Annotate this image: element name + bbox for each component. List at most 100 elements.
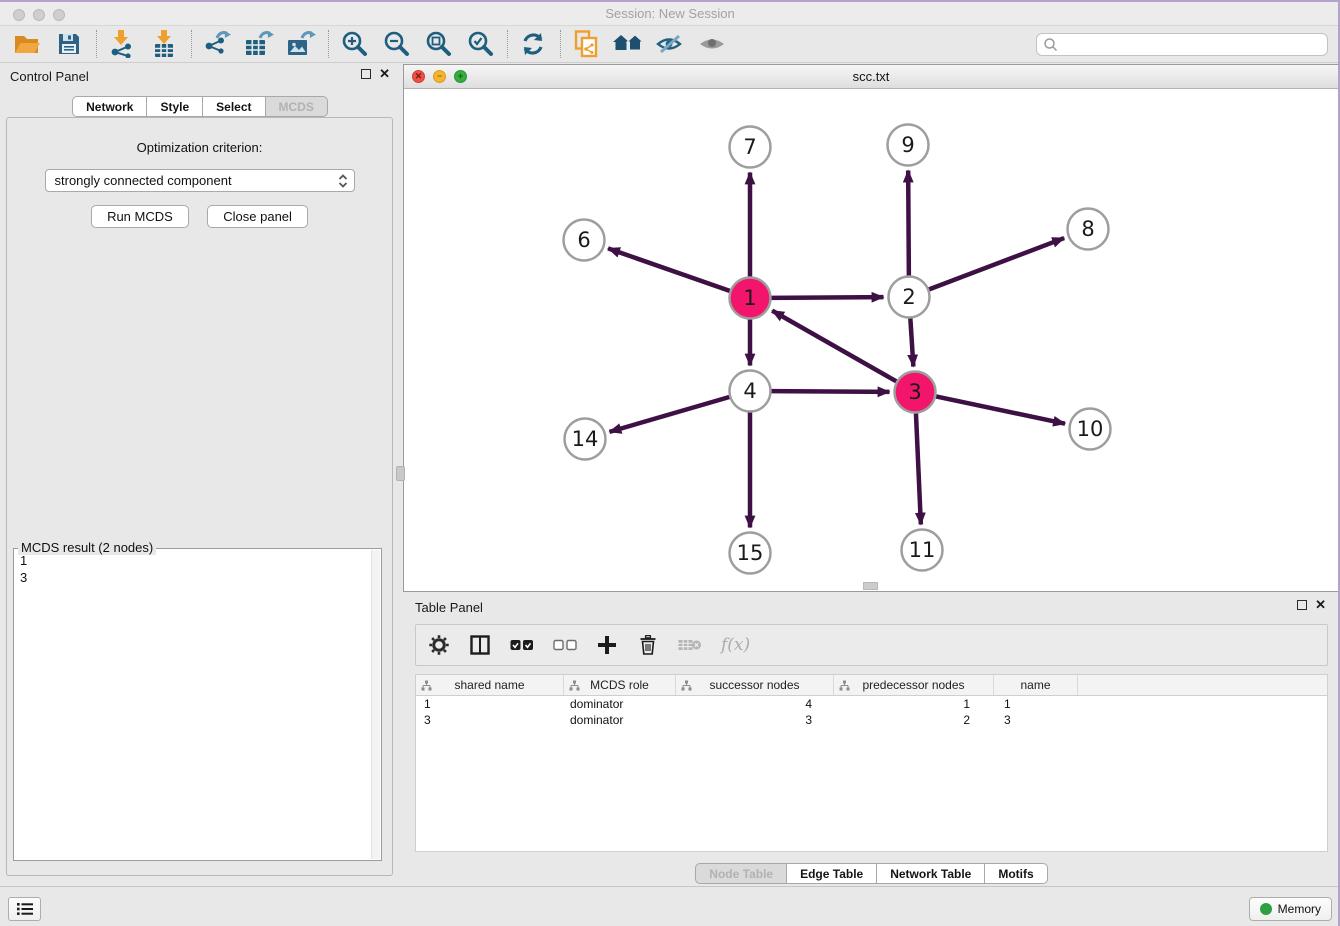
refresh-view-icon[interactable] xyxy=(516,29,550,59)
graph-edge-1-6[interactable] xyxy=(608,248,730,290)
mcds-result-text[interactable]: 1 3 xyxy=(20,552,369,858)
graph-node-9[interactable]: 9 xyxy=(888,125,929,166)
toolbar-separator xyxy=(560,30,561,58)
graph-node-4[interactable]: 4 xyxy=(730,371,771,412)
network-overview-icon[interactable] xyxy=(569,29,603,59)
cell[interactable]: 1 xyxy=(416,697,564,711)
cell[interactable]: dominator xyxy=(564,697,676,711)
deselect-all-icon[interactable] xyxy=(553,632,577,658)
cell[interactable]: 4 xyxy=(676,697,834,711)
import-network-icon[interactable] xyxy=(105,29,139,59)
cell[interactable]: 1 xyxy=(834,697,994,711)
cell[interactable]: 3 xyxy=(994,713,1078,727)
graph-node-14[interactable]: 14 xyxy=(565,419,606,460)
column-header-MCDS-role[interactable]: MCDS role xyxy=(564,675,676,695)
float-panel-icon[interactable] xyxy=(361,69,371,79)
table-tab-network-table[interactable]: Network Table xyxy=(877,863,985,884)
cell[interactable]: 2 xyxy=(834,713,994,727)
zoom-selected-icon[interactable] xyxy=(463,29,497,59)
cell[interactable]: 3 xyxy=(676,713,834,727)
graph-edge-2-8[interactable] xyxy=(929,238,1064,289)
cell[interactable]: 1 xyxy=(994,697,1078,711)
table-tab-node-table[interactable]: Node Table xyxy=(695,863,787,884)
panel-splitter-grip[interactable] xyxy=(396,466,405,481)
network-view-window: ✕ − + scc.txt 7 9 6 8 1 2 4 3 14 10 15 11 xyxy=(403,64,1339,592)
graph-node-6[interactable]: 6 xyxy=(564,220,605,261)
save-session-icon[interactable] xyxy=(52,29,86,59)
cell[interactable]: 3 xyxy=(416,713,564,727)
column-header-successor-nodes[interactable]: successor nodes xyxy=(676,675,834,695)
network-graph[interactable]: 7 9 6 8 1 2 4 3 14 10 15 11 xyxy=(404,89,1338,591)
tab-mcds[interactable]: MCDS xyxy=(266,96,328,117)
table-panel-title: Table Panel xyxy=(415,600,483,615)
main-toolbar xyxy=(0,26,1340,63)
control-panel-title: Control Panel xyxy=(10,69,89,84)
control-panel: Control Panel ✕ NetworkStyleSelectMCDS O… xyxy=(0,63,400,886)
memory-button[interactable]: Memory xyxy=(1249,897,1332,921)
svg-text:9: 9 xyxy=(901,133,914,157)
select-all-icon[interactable] xyxy=(510,632,534,658)
task-history-button[interactable] xyxy=(8,897,41,921)
tab-select[interactable]: Select xyxy=(203,96,265,117)
graph-node-8[interactable]: 8 xyxy=(1068,209,1109,250)
zoom-out-icon[interactable] xyxy=(379,29,413,59)
graph-edge-4-3[interactable] xyxy=(771,391,889,392)
search-input[interactable] xyxy=(1059,38,1327,52)
graph-node-3[interactable]: 3 xyxy=(895,372,936,413)
open-session-icon[interactable] xyxy=(10,29,44,59)
graph-edge-3-10[interactable] xyxy=(936,396,1065,423)
column-settings-icon[interactable] xyxy=(428,632,450,658)
graph-node-15[interactable]: 15 xyxy=(730,533,771,574)
float-table-panel-icon[interactable] xyxy=(1297,600,1307,610)
network-canvas[interactable]: 7 9 6 8 1 2 4 3 14 10 15 11 xyxy=(404,89,1338,591)
graph-node-1[interactable]: 1 xyxy=(730,278,771,319)
graph-edge-3-1[interactable] xyxy=(772,311,896,382)
column-header-shared-name[interactable]: shared name xyxy=(416,675,564,695)
table-row-2[interactable]: 3dominator323 xyxy=(416,712,1327,728)
table-row-1[interactable]: 1dominator411 xyxy=(416,696,1327,712)
criterion-select[interactable]: strongly connected component xyxy=(45,169,355,192)
graph-node-7[interactable]: 7 xyxy=(730,127,771,168)
graph-node-10[interactable]: 10 xyxy=(1070,409,1111,450)
graph-edge-4-14[interactable] xyxy=(609,397,729,432)
first-neighbors-icon[interactable] xyxy=(611,29,645,59)
add-row-icon[interactable] xyxy=(596,632,618,658)
network-window-titlebar[interactable]: ✕ − + scc.txt xyxy=(404,65,1338,89)
graph-node-11[interactable]: 11 xyxy=(902,530,943,571)
delete-row-icon[interactable] xyxy=(637,632,659,658)
close-panel-button[interactable]: Close panel xyxy=(207,205,308,228)
graph-node-2[interactable]: 2 xyxy=(889,277,930,318)
desktop-edge-top xyxy=(0,0,1340,2)
function-builder-icon-disabled: f(x) xyxy=(721,632,750,658)
export-image-icon[interactable] xyxy=(284,29,318,59)
node-table[interactable]: shared nameMCDS rolesuccessor nodesprede… xyxy=(415,674,1328,852)
import-table-icon[interactable] xyxy=(147,29,181,59)
svg-text:7: 7 xyxy=(743,135,756,159)
zoom-fit-icon[interactable] xyxy=(421,29,455,59)
column-header-name[interactable]: name xyxy=(994,675,1078,695)
close-panel-icon[interactable]: ✕ xyxy=(379,69,390,79)
tab-style[interactable]: Style xyxy=(147,96,203,117)
tab-network[interactable]: Network xyxy=(72,96,147,117)
export-table-icon[interactable] xyxy=(242,29,276,59)
column-header-predecessor-nodes[interactable]: predecessor nodes xyxy=(834,675,994,695)
select-stepper-icon xyxy=(338,173,348,195)
show-all-icon[interactable] xyxy=(695,29,729,59)
result-scrollbar[interactable] xyxy=(371,550,380,859)
close-table-panel-icon[interactable]: ✕ xyxy=(1315,600,1326,610)
task-list-icon xyxy=(16,902,34,916)
export-network-icon[interactable] xyxy=(200,29,234,59)
cell[interactable]: dominator xyxy=(564,713,676,727)
run-mcds-button[interactable]: Run MCDS xyxy=(91,205,189,228)
split-panel-icon[interactable] xyxy=(469,632,491,658)
search-field[interactable] xyxy=(1036,33,1328,56)
table-tab-motifs[interactable]: Motifs xyxy=(985,863,1047,884)
hide-selected-icon[interactable] xyxy=(653,29,687,59)
graph-edge-3-11[interactable] xyxy=(916,413,921,524)
network-resize-grip[interactable] xyxy=(863,582,878,590)
table-tab-edge-table[interactable]: Edge Table xyxy=(787,863,877,884)
graph-edge-1-2[interactable] xyxy=(771,297,883,298)
graph-edge-2-3[interactable] xyxy=(910,318,913,366)
zoom-in-icon[interactable] xyxy=(337,29,371,59)
graph-edge-2-9[interactable] xyxy=(908,170,909,275)
